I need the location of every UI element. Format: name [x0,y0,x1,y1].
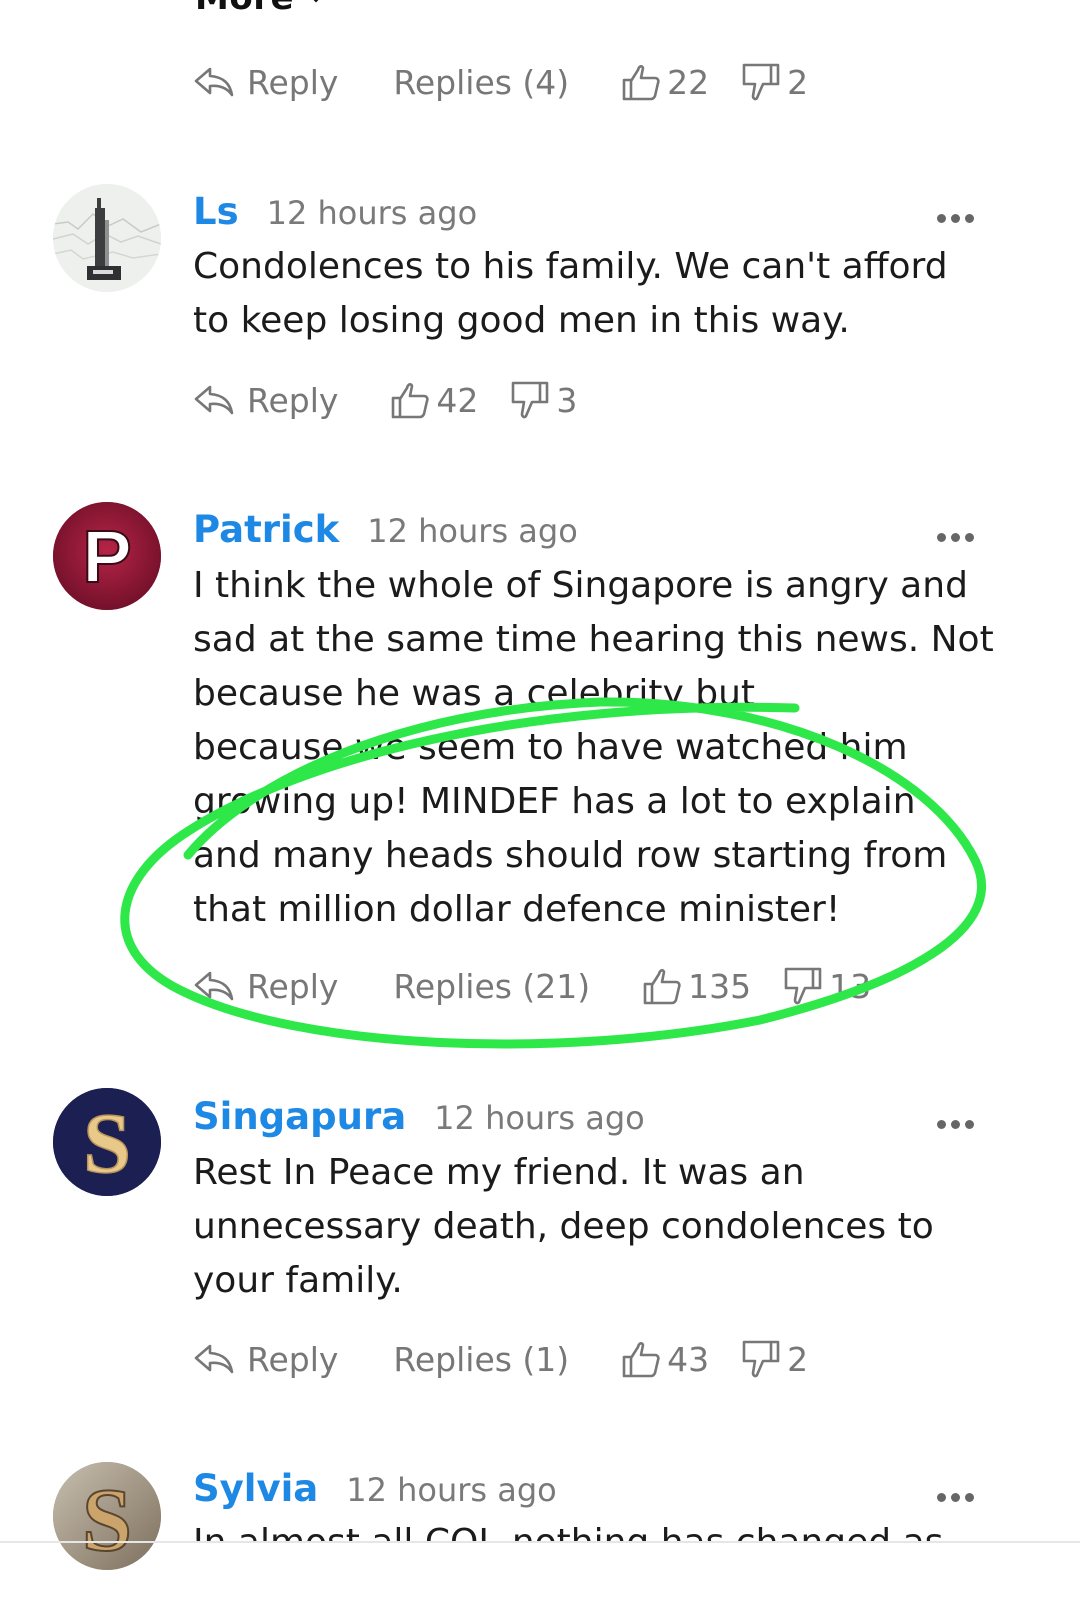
timestamp: 12 hours ago [434,1099,645,1137]
dislike-count: 3 [556,380,578,420]
comment-body: Rest In Peace my friend. It was an unnec… [193,1146,993,1308]
comment-line: because we seem to have watched him [193,727,908,768]
dislike-count: 13 [829,966,872,1006]
comment-line: Condolences to his family. We can't affo… [193,246,948,287]
like-count: 135 [688,966,752,1006]
comment-meta: Ls 12 hours ago [193,190,477,240]
thumbs-up-icon [622,1341,660,1378]
replies-button[interactable]: Replies (1) [393,1340,569,1379]
comment-meta: Singapura 12 hours ago [193,1095,645,1145]
comment-line: because he was a celebrity but [193,673,756,714]
comment-meta: Sylvia 12 hours ago [193,1467,557,1517]
reply-button[interactable]: Reply [193,967,338,1006]
reply-arrow-icon [194,1344,234,1374]
more-options-icon[interactable] [937,1120,974,1129]
comment-actions: Reply 42 3 [193,378,577,422]
dislike-button[interactable]: 2 [741,62,808,102]
replies-button[interactable]: Replies (4) [393,63,569,102]
like-button[interactable]: 135 [642,966,751,1006]
author-name[interactable]: Ls [193,190,239,233]
reply-arrow-icon [194,67,234,97]
comment-body: In almost all COI, nothing has changed a… [193,1516,993,1542]
comment-line: and many heads should row starting from [193,835,948,876]
avatar[interactable]: S [53,1462,161,1570]
comment-line: I think the whole of Singapore is angry … [193,565,968,606]
reply-label: Reply [247,380,339,420]
building-sketch-icon [53,184,161,292]
reply-label: Reply [247,1339,339,1379]
letter-s-avatar-icon: S [53,1088,161,1196]
letter-s-avatar-icon: S [53,1462,161,1570]
author-name[interactable]: Singapura [193,1095,406,1138]
replies-label: Replies (1) [393,1339,570,1379]
reply-button[interactable]: Reply [193,63,338,102]
comment-body: Condolences to his family. We can't affo… [193,240,993,348]
previous-comment-actions: Reply Replies (4) 22 2 [193,60,808,104]
comment-line: to keep losing good men in this way. [193,300,850,341]
more-toggle[interactable]: More [195,0,328,18]
thumbs-up-icon [622,64,660,101]
replies-button[interactable]: Replies (21) [393,967,590,1006]
avatar[interactable] [53,184,161,292]
bottom-divider [0,1541,1080,1543]
avatar[interactable]: S [53,1088,161,1196]
dislike-button[interactable]: 3 [510,380,577,420]
comment-line: sad at the same time hearing this news. … [193,619,994,660]
comments-page: More Reply Replies (4) 22 2 [0,0,1080,1610]
thumbs-down-icon [742,63,780,101]
dislike-button[interactable]: 13 [783,966,871,1006]
comment-body: I think the whole of Singapore is angry … [193,559,994,937]
comment-actions: Reply Replies (21) 135 13 [193,964,871,1008]
reply-arrow-icon [194,385,234,415]
comment-line: In almost all COI, nothing has changed a… [193,1516,993,1542]
comment-line: that million dollar defence minister! [193,889,841,930]
like-count: 22 [667,62,710,102]
dislike-button[interactable]: 2 [741,1339,808,1379]
letter-p-avatar-icon: P [53,502,161,610]
timestamp: 12 hours ago [346,1471,557,1509]
avatar[interactable]: P [53,502,161,610]
svg-text:S: S [83,1095,131,1191]
dislike-count: 2 [787,1339,809,1379]
reply-arrow-icon [194,971,234,1001]
comment-line: your family. [193,1260,403,1301]
author-name[interactable]: Sylvia [193,1467,318,1510]
thumbs-down-icon [784,967,822,1005]
dislike-count: 2 [787,62,809,102]
author-name[interactable]: Patrick [193,508,339,551]
timestamp: 12 hours ago [367,512,578,550]
thumbs-down-icon [512,381,549,419]
reply-label: Reply [247,62,339,102]
more-label: More [195,0,294,18]
comment-line: Rest In Peace my friend. It was an [193,1152,805,1193]
like-button[interactable]: 43 [621,1339,709,1379]
reply-label: Reply [247,966,339,1006]
thumbs-down-icon [742,1340,780,1378]
svg-text:S: S [82,1471,132,1570]
reply-button[interactable]: Reply [193,381,338,420]
like-button[interactable]: 22 [621,62,709,102]
like-count: 42 [436,380,479,420]
reply-button[interactable]: Reply [193,1340,338,1379]
replies-label: Replies (21) [393,966,591,1006]
thumbs-up-icon [643,968,681,1005]
replies-label: Replies (4) [393,62,570,102]
comment-line: growing up! MINDEF has a lot to explain [193,781,916,822]
like-button[interactable]: 42 [390,380,478,420]
more-options-icon[interactable] [937,1493,974,1502]
thumbs-up-icon [392,382,430,419]
timestamp: 12 hours ago [266,194,478,232]
svg-text:P: P [82,515,131,598]
comment-actions: Reply Replies (1) 43 2 [193,1337,808,1381]
comment-line: unnecessary death, deep condolences to [193,1206,934,1247]
more-options-icon[interactable] [937,533,974,542]
more-options-icon[interactable] [937,214,974,223]
like-count: 43 [667,1339,710,1379]
chevron-down-icon [304,0,328,3]
comment-meta: Patrick 12 hours ago [193,508,578,558]
